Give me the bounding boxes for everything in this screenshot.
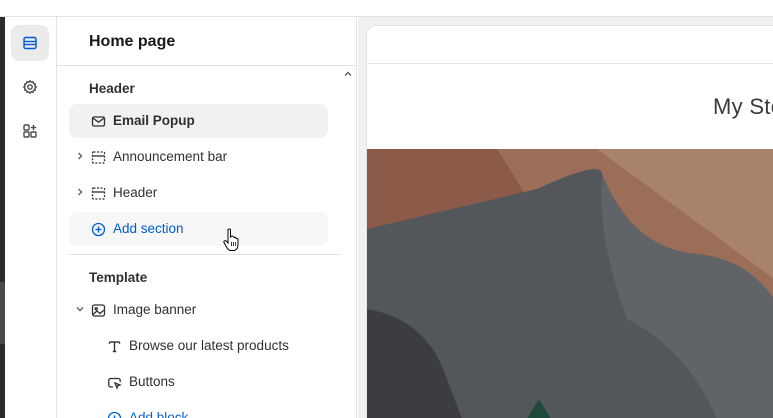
section-item-email-popup[interactable]: Email Popup xyxy=(69,104,328,138)
preview-top-strip xyxy=(367,26,773,64)
group-label-template: Template xyxy=(89,270,148,285)
icon-rail xyxy=(5,17,57,418)
section-layout-icon xyxy=(91,151,106,164)
add-block-button[interactable]: Add block xyxy=(69,401,328,418)
section-layout-icon xyxy=(91,187,106,200)
section-item-image-banner[interactable]: Image banner xyxy=(69,293,328,327)
collapse-button[interactable] xyxy=(341,67,355,81)
text-icon xyxy=(108,341,121,353)
block-item-label: Browse our latest products xyxy=(129,338,289,353)
block-item-buttons[interactable]: Buttons xyxy=(69,365,328,399)
apps-icon xyxy=(23,124,37,138)
add-section-button[interactable]: Add section xyxy=(69,212,328,246)
section-item-header[interactable]: Header xyxy=(69,176,328,210)
preview-frame: My Store xyxy=(366,25,773,418)
section-item-label: Image banner xyxy=(113,302,197,317)
sections-icon xyxy=(23,36,37,50)
divider xyxy=(69,254,341,255)
section-item-label: Announcement bar xyxy=(113,149,228,164)
settings-rail-button[interactable] xyxy=(11,69,49,105)
theme-editor: Home page Header Email Popup Announcemen… xyxy=(0,0,773,418)
add-block-label: Add block xyxy=(129,410,189,418)
section-item-label: Header xyxy=(113,185,158,200)
store-preview: My Store xyxy=(358,17,773,418)
sections-rail-button[interactable] xyxy=(11,25,49,61)
chevron-up-icon xyxy=(344,71,352,76)
apps-rail-button[interactable] xyxy=(11,113,49,149)
sections-sidebar: Home page Header Email Popup Announcemen… xyxy=(57,17,357,418)
store-name[interactable]: My Store xyxy=(713,94,773,120)
chevron-down-icon[interactable] xyxy=(75,304,85,314)
top-bar xyxy=(0,0,773,17)
group-label-header: Header xyxy=(89,81,135,96)
image-icon xyxy=(91,304,106,317)
plus-circle-icon xyxy=(91,222,106,237)
add-section-label: Add section xyxy=(113,221,184,236)
settings-gear-icon xyxy=(22,79,38,95)
image-banner-preview[interactable] xyxy=(367,149,773,418)
button-cursor-icon xyxy=(108,377,122,390)
plus-circle-icon xyxy=(107,411,122,418)
block-item-text[interactable]: Browse our latest products xyxy=(69,329,328,363)
divider xyxy=(57,65,357,66)
chevron-right-icon[interactable] xyxy=(75,151,85,161)
block-item-label: Buttons xyxy=(129,374,175,389)
section-item-label: Email Popup xyxy=(113,113,195,128)
envelope-icon xyxy=(91,116,106,127)
page-title: Home page xyxy=(89,33,176,50)
section-item-announcement-bar[interactable]: Announcement bar xyxy=(69,140,328,174)
chevron-right-icon[interactable] xyxy=(75,187,85,197)
